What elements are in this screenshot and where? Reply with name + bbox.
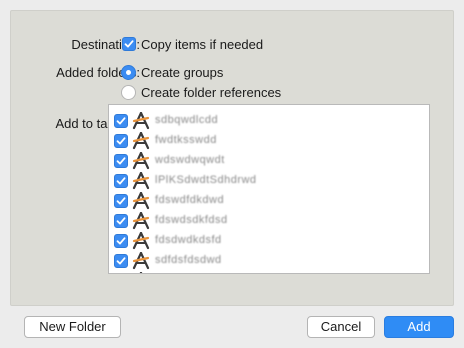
checkmark-icon bbox=[116, 257, 126, 265]
app-target-icon bbox=[139, 272, 143, 273]
target-row[interactable]: fdswdfdkdwd bbox=[109, 191, 429, 211]
target-row[interactable]: sdbqwdlcdd bbox=[109, 111, 429, 131]
target-row[interactable]: lPlKSdwdtSdhdrwd bbox=[109, 171, 429, 191]
copy-items-checkbox[interactable] bbox=[122, 37, 136, 51]
target-name: fdswdfdkdwd bbox=[155, 194, 225, 206]
target-row[interactable]: sdfdsdsdsd bbox=[109, 271, 429, 273]
target-name: fwdtksswdd bbox=[155, 134, 217, 146]
add-button[interactable]: Add bbox=[384, 316, 454, 338]
checkmark-icon bbox=[116, 137, 126, 145]
target-name: fdsdwdkdsfd bbox=[155, 234, 222, 246]
target-checkbox[interactable] bbox=[114, 194, 128, 208]
create-folder-references-radio[interactable] bbox=[121, 85, 136, 100]
target-row[interactable]: sdfdsfdsdwd bbox=[109, 251, 429, 271]
target-name: sdbqwdlcdd bbox=[155, 114, 219, 126]
checkmark-icon bbox=[116, 197, 126, 205]
checkmark-icon bbox=[124, 40, 134, 48]
new-folder-button[interactable]: New Folder bbox=[24, 316, 121, 338]
checkmark-icon bbox=[116, 177, 126, 185]
target-name: lPlKSdwdtSdhdrwd bbox=[155, 174, 257, 186]
app-target-icon bbox=[132, 212, 150, 230]
app-target-icon bbox=[132, 252, 150, 270]
target-row[interactable]: wdswdwqwdt bbox=[109, 151, 429, 171]
target-checkbox[interactable] bbox=[114, 254, 128, 268]
app-target-icon bbox=[132, 152, 150, 170]
checkmark-icon bbox=[116, 117, 126, 125]
create-folder-references-label: Create folder references bbox=[141, 85, 282, 100]
checkmark-icon bbox=[116, 217, 126, 225]
cancel-button[interactable]: Cancel bbox=[307, 316, 375, 338]
target-name: sdfdsfdsdwd bbox=[155, 254, 222, 266]
app-target-icon bbox=[132, 112, 150, 130]
target-row[interactable]: fdswdsdkfdsd bbox=[109, 211, 429, 231]
create-groups-radio[interactable] bbox=[121, 65, 136, 80]
target-checkbox[interactable] bbox=[114, 174, 128, 188]
app-target-icon bbox=[132, 192, 150, 210]
app-target-icon bbox=[132, 172, 150, 190]
target-checkbox[interactable] bbox=[114, 214, 128, 228]
copy-items-label: Copy items if needed bbox=[141, 37, 264, 52]
target-checkbox[interactable] bbox=[114, 134, 128, 148]
target-checkbox[interactable] bbox=[114, 114, 128, 128]
target-checkbox[interactable] bbox=[114, 154, 128, 168]
checkmark-icon bbox=[116, 237, 126, 245]
target-name: fdswdsdkfdsd bbox=[155, 214, 228, 226]
target-name: wdswdwqwdt bbox=[155, 154, 225, 166]
create-groups-label: Create groups bbox=[141, 65, 224, 80]
target-row[interactable]: fwdtksswdd bbox=[109, 131, 429, 151]
target-checkbox[interactable] bbox=[114, 234, 128, 248]
targets-list[interactable]: sdbqwdlcdd fwdtksswdd wdswdwqwdt lPlKSdwdtS… bbox=[108, 104, 430, 274]
checkmark-icon bbox=[116, 157, 126, 165]
app-target-icon bbox=[132, 132, 150, 150]
target-row[interactable]: fdsdwdkdsfd bbox=[109, 231, 429, 251]
app-target-icon bbox=[132, 232, 150, 250]
